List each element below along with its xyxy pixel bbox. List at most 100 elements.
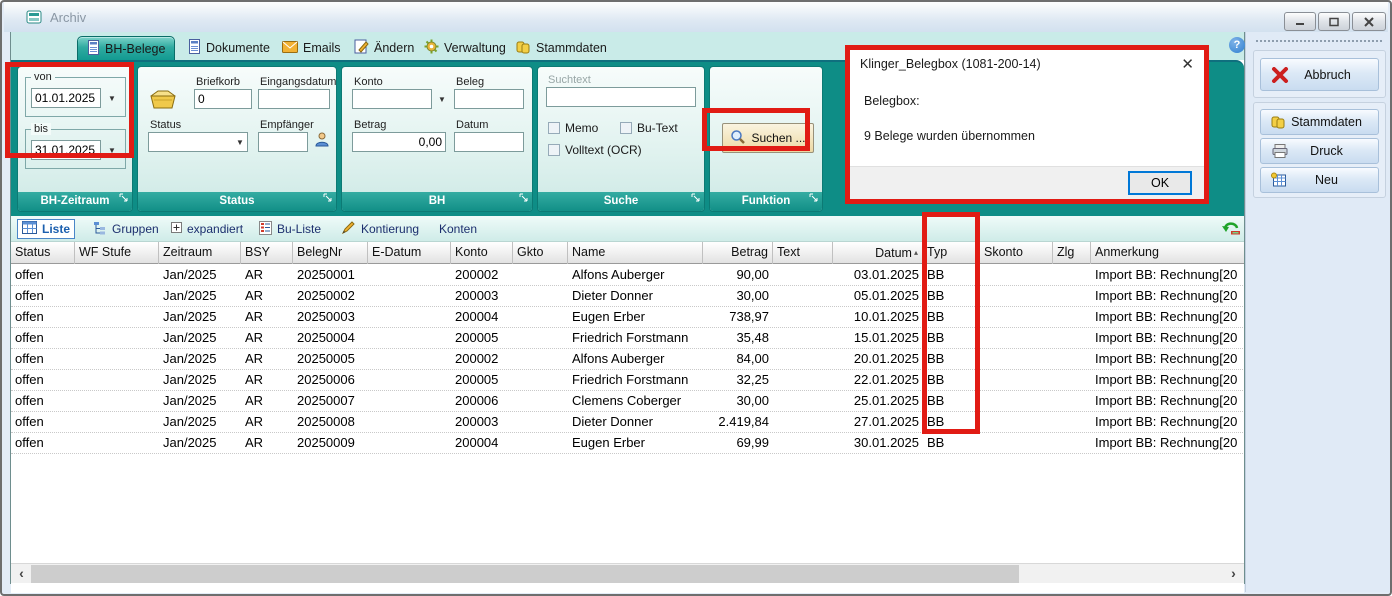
memo-checkbox[interactable]: Memo <box>548 121 598 135</box>
cell-bsy: AR <box>245 393 264 408</box>
help-icon[interactable]: ? <box>1229 37 1245 53</box>
view-liste[interactable]: Liste <box>17 219 76 239</box>
column-header-status[interactable]: Status <box>11 242 75 264</box>
cell-text <box>773 286 833 306</box>
tab-dokumente[interactable]: Dokumente <box>179 36 279 60</box>
von-date-field[interactable]: 01.01.2025 <box>31 88 101 108</box>
view-konten[interactable]: Konten <box>435 219 481 239</box>
plus-box-icon <box>171 222 182 236</box>
tab-verwaltung[interactable]: Verwaltung <box>415 36 515 60</box>
dropdown-arrow-icon[interactable]: ▼ <box>438 95 446 104</box>
column-header-belegnr[interactable]: BelegNr <box>293 242 368 264</box>
table-row[interactable]: offen Jan/2025 AR 20250005 200002 Alfons Aube… <box>11 349 1244 370</box>
datum-field[interactable] <box>454 132 524 152</box>
view-expandiert[interactable]: expandiert <box>167 219 247 239</box>
tab-label: Dokumente <box>206 41 270 55</box>
column-header-text[interactable]: Text <box>773 242 833 264</box>
column-header-anmerkung[interactable]: Anmerkung <box>1091 242 1244 264</box>
column-header-datum[interactable]: Datum ▴ <box>833 242 923 264</box>
group-expander-icon[interactable] <box>323 189 332 207</box>
group-expander-icon[interactable] <box>119 189 128 207</box>
column-header-gkto[interactable]: Gkto <box>513 242 568 264</box>
konto-label: Konto <box>354 76 383 88</box>
group-expander-icon[interactable] <box>519 189 528 207</box>
cell-e-datum <box>368 286 451 306</box>
cell-belegnr: 20250007 <box>297 393 355 408</box>
printer-icon <box>1271 144 1289 159</box>
view-gruppen[interactable]: Gruppen <box>89 219 163 239</box>
dialog-close-icon[interactable]: ✕ <box>1181 55 1194 73</box>
dropdown-arrow-icon[interactable]: ▼ <box>108 146 116 155</box>
cell-e-datum <box>368 391 451 411</box>
column-header-name[interactable]: Name <box>568 242 703 264</box>
view-kontierung[interactable]: Kontierung <box>337 219 423 239</box>
column-header-e-datum[interactable]: E-Datum <box>368 242 451 264</box>
person-icon[interactable] <box>314 131 330 152</box>
commands-group: Stammdaten Druck Neu <box>1253 102 1386 198</box>
cell-zlg <box>1053 433 1091 453</box>
eingangsdatum-label: Eingangsdatum <box>260 76 337 88</box>
inbox-tray-icon[interactable] <box>148 89 178 116</box>
cell-belegnr: 20250004 <box>297 330 355 345</box>
column-header-zlg[interactable]: Zlg <box>1053 242 1091 264</box>
volltext-checkbox[interactable]: Volltext (OCR) <box>548 143 642 157</box>
reassign-arrow-icon[interactable] <box>1220 219 1242 243</box>
column-header-typ[interactable]: Typ <box>923 242 980 264</box>
table-row[interactable]: offen Jan/2025 AR 20250001 200002 Alfons Aube… <box>11 265 1244 286</box>
maximize-button[interactable] <box>1318 12 1350 31</box>
suchen-button[interactable]: Suchen ... <box>722 123 814 153</box>
column-header-konto[interactable]: Konto <box>451 242 513 264</box>
scroll-right-icon[interactable]: › <box>1224 565 1243 583</box>
konto-combo[interactable] <box>352 89 432 109</box>
horizontal-scrollbar[interactable]: ‹ › <box>11 563 1244 583</box>
dialog-line1: Belegbox: <box>864 94 920 108</box>
dropdown-arrow-icon[interactable]: ▼ <box>108 94 116 103</box>
column-header-skonto[interactable]: Skonto <box>980 242 1053 264</box>
von-frame: von 01.01.2025 ▼ <box>25 71 126 117</box>
scroll-left-icon[interactable]: ‹ <box>12 565 31 583</box>
bu-text-checkbox[interactable]: Bu-Text <box>620 121 678 135</box>
beleg-field[interactable] <box>454 89 524 109</box>
abbruch-button[interactable]: Abbruch <box>1260 58 1379 91</box>
view-bu-liste[interactable]: Bu-Liste <box>255 219 325 239</box>
cell-betrag: 90,00 <box>736 267 769 282</box>
neu-button[interactable]: Neu <box>1260 167 1379 193</box>
scrollbar-thumb[interactable] <box>31 565 1019 583</box>
group-expander-icon[interactable] <box>691 189 700 207</box>
column-header-betrag[interactable]: Betrag <box>703 242 773 264</box>
column-header-zeitraum[interactable]: Zeitraum <box>159 242 241 264</box>
cell-skonto <box>980 370 1053 390</box>
suchtext-field[interactable] <box>546 87 696 107</box>
table-row[interactable]: offen Jan/2025 AR 20250008 200003 Dieter Donn… <box>11 412 1244 433</box>
document-icon <box>188 39 201 57</box>
stammdaten-button[interactable]: Stammdaten <box>1260 109 1379 135</box>
status-label: Status <box>150 119 182 131</box>
chevron-down-icon[interactable]: ▼ <box>236 138 244 147</box>
druck-button[interactable]: Druck <box>1260 138 1379 164</box>
table-row[interactable]: offen Jan/2025 AR 20250004 200005 Friedrich F… <box>11 328 1244 349</box>
tab-stammdaten[interactable]: Stammdaten <box>507 36 616 60</box>
tab-bh-belege[interactable]: BH-Belege <box>77 36 176 60</box>
close-button[interactable] <box>1352 12 1386 31</box>
ribbon-group-funktion: Suchen ... Funktion <box>709 66 823 212</box>
belege-table: Status WF Stufe Zeitraum BSY BelegNr E-Datum K… <box>11 242 1244 593</box>
table-row[interactable]: offen Jan/2025 AR 20250007 200006 Clemens Cob… <box>11 391 1244 412</box>
table-row[interactable]: offen Jan/2025 AR 20250006 200005 Friedrich F… <box>11 370 1244 391</box>
cell-zlg <box>1053 349 1091 369</box>
betrag-field[interactable]: 0,00 <box>352 132 446 152</box>
table-row[interactable]: offen Jan/2025 AR 20250002 200003 Dieter Donn… <box>11 286 1244 307</box>
empfaenger-field[interactable] <box>258 132 308 152</box>
eingangsdatum-field[interactable] <box>258 89 330 109</box>
status-dropdown[interactable] <box>148 132 248 152</box>
column-header-wf-stufe[interactable]: WF Stufe <box>75 242 159 264</box>
bis-date-field[interactable]: 31.01.2025 <box>31 140 101 160</box>
ok-button[interactable]: OK <box>1128 171 1192 195</box>
table-row[interactable]: offen Jan/2025 AR 20250009 200004 Eugen Erber… <box>11 433 1244 454</box>
group-expander-icon[interactable] <box>809 189 818 207</box>
minimize-button[interactable] <box>1284 12 1316 31</box>
briefkorb-field[interactable]: 0 <box>194 89 252 109</box>
tab-emails[interactable]: Emails <box>273 36 350 60</box>
table-row[interactable]: offen Jan/2025 AR 20250003 200004 Eugen Erber… <box>11 307 1244 328</box>
column-header-bsy[interactable]: BSY <box>241 242 293 264</box>
tab-aendern[interactable]: Ändern <box>345 36 423 60</box>
